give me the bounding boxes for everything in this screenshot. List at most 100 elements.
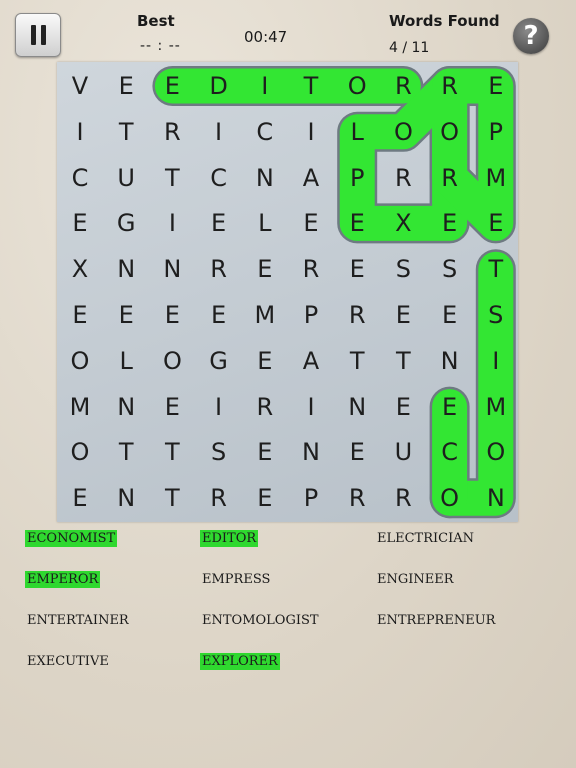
- grid-cell[interactable]: U: [380, 429, 426, 475]
- grid-cell[interactable]: N: [334, 384, 380, 430]
- grid-cell[interactable]: P: [334, 155, 380, 201]
- grid-cell[interactable]: E: [103, 63, 149, 109]
- grid-cell[interactable]: E: [149, 384, 195, 430]
- grid-cell[interactable]: E: [334, 429, 380, 475]
- grid-cell[interactable]: O: [57, 429, 103, 475]
- grid-cell[interactable]: C: [242, 109, 288, 155]
- grid-cell[interactable]: P: [288, 475, 334, 521]
- grid-cell[interactable]: N: [103, 246, 149, 292]
- grid-cell[interactable]: E: [57, 200, 103, 246]
- grid-cell[interactable]: E: [242, 338, 288, 384]
- grid-cell[interactable]: E: [57, 475, 103, 521]
- grid-cell[interactable]: E: [473, 200, 519, 246]
- grid-cell[interactable]: P: [473, 109, 519, 155]
- grid-cell[interactable]: M: [242, 292, 288, 338]
- grid-cell[interactable]: O: [334, 63, 380, 109]
- grid-cell[interactable]: X: [57, 246, 103, 292]
- grid-cell[interactable]: R: [334, 475, 380, 521]
- pause-button[interactable]: [15, 13, 61, 57]
- grid-cell[interactable]: E: [149, 292, 195, 338]
- grid-cell[interactable]: O: [473, 429, 519, 475]
- grid-cell[interactable]: E: [334, 200, 380, 246]
- grid-cell[interactable]: E: [427, 292, 473, 338]
- grid-cell[interactable]: R: [380, 475, 426, 521]
- grid-cell[interactable]: R: [196, 246, 242, 292]
- grid-cell[interactable]: M: [473, 155, 519, 201]
- grid-cell[interactable]: E: [427, 200, 473, 246]
- grid-cell[interactable]: L: [242, 200, 288, 246]
- grid-cell[interactable]: T: [288, 63, 334, 109]
- grid-cell[interactable]: E: [334, 246, 380, 292]
- grid-cell[interactable]: N: [103, 384, 149, 430]
- grid-cell[interactable]: E: [288, 200, 334, 246]
- grid-cell[interactable]: T: [103, 109, 149, 155]
- grid-cell[interactable]: O: [427, 475, 473, 521]
- grid-cell[interactable]: L: [103, 338, 149, 384]
- grid-cell[interactable]: N: [242, 155, 288, 201]
- grid-cell[interactable]: A: [288, 338, 334, 384]
- grid-cell[interactable]: S: [427, 246, 473, 292]
- grid-cell[interactable]: R: [334, 292, 380, 338]
- grid-cell[interactable]: E: [380, 292, 426, 338]
- grid-cell[interactable]: N: [427, 338, 473, 384]
- grid-cell[interactable]: E: [473, 63, 519, 109]
- grid-cell[interactable]: E: [196, 200, 242, 246]
- grid-cell[interactable]: T: [473, 246, 519, 292]
- grid-cell[interactable]: R: [427, 63, 473, 109]
- grid-cell[interactable]: V: [57, 63, 103, 109]
- grid-cell[interactable]: T: [380, 338, 426, 384]
- grid-cell[interactable]: C: [57, 155, 103, 201]
- letter-grid[interactable]: VEEDITORREITRICILOOPCUTCNAPRRMEGIELEEXEE…: [57, 62, 518, 522]
- grid-cell[interactable]: M: [57, 384, 103, 430]
- grid-cell[interactable]: O: [427, 109, 473, 155]
- grid-cell[interactable]: E: [149, 63, 195, 109]
- grid-cell[interactable]: E: [57, 292, 103, 338]
- grid-cell[interactable]: T: [149, 475, 195, 521]
- grid-cell[interactable]: S: [473, 292, 519, 338]
- grid-cell[interactable]: N: [103, 475, 149, 521]
- grid-cell[interactable]: R: [196, 475, 242, 521]
- grid-cell[interactable]: X: [380, 200, 426, 246]
- grid-cell[interactable]: E: [242, 429, 288, 475]
- grid-cell[interactable]: I: [149, 200, 195, 246]
- grid-cell[interactable]: D: [196, 63, 242, 109]
- grid-cell[interactable]: G: [196, 338, 242, 384]
- grid-cell[interactable]: C: [196, 155, 242, 201]
- grid-cell[interactable]: G: [103, 200, 149, 246]
- grid-cell[interactable]: N: [288, 429, 334, 475]
- grid-cell[interactable]: R: [242, 384, 288, 430]
- grid-cell[interactable]: I: [196, 384, 242, 430]
- grid-cell[interactable]: I: [288, 109, 334, 155]
- grid-cell[interactable]: O: [57, 338, 103, 384]
- grid-cell[interactable]: I: [288, 384, 334, 430]
- grid-cell[interactable]: M: [473, 384, 519, 430]
- grid-cell[interactable]: R: [427, 155, 473, 201]
- grid-cell[interactable]: O: [380, 109, 426, 155]
- grid-cell[interactable]: N: [473, 475, 519, 521]
- grid-cell[interactable]: T: [334, 338, 380, 384]
- grid-cell[interactable]: C: [427, 429, 473, 475]
- grid-cell[interactable]: R: [380, 155, 426, 201]
- grid-cell[interactable]: E: [427, 384, 473, 430]
- grid-cell[interactable]: E: [103, 292, 149, 338]
- grid-cell[interactable]: E: [196, 292, 242, 338]
- grid-cell[interactable]: I: [242, 63, 288, 109]
- grid-cell[interactable]: A: [288, 155, 334, 201]
- help-button[interactable]: ?: [513, 18, 549, 54]
- grid-cell[interactable]: S: [380, 246, 426, 292]
- grid-cell[interactable]: R: [149, 109, 195, 155]
- grid-cell[interactable]: U: [103, 155, 149, 201]
- grid-cell[interactable]: N: [149, 246, 195, 292]
- grid-cell[interactable]: I: [57, 109, 103, 155]
- grid-cell[interactable]: I: [473, 338, 519, 384]
- grid-cell[interactable]: E: [242, 246, 288, 292]
- grid-cell[interactable]: P: [288, 292, 334, 338]
- grid-cell[interactable]: T: [149, 429, 195, 475]
- grid-cell[interactable]: R: [288, 246, 334, 292]
- grid-cell[interactable]: I: [196, 109, 242, 155]
- grid-cell[interactable]: R: [380, 63, 426, 109]
- grid-cell[interactable]: S: [196, 429, 242, 475]
- grid-cell[interactable]: E: [242, 475, 288, 521]
- grid-cell[interactable]: T: [149, 155, 195, 201]
- grid-cell[interactable]: O: [149, 338, 195, 384]
